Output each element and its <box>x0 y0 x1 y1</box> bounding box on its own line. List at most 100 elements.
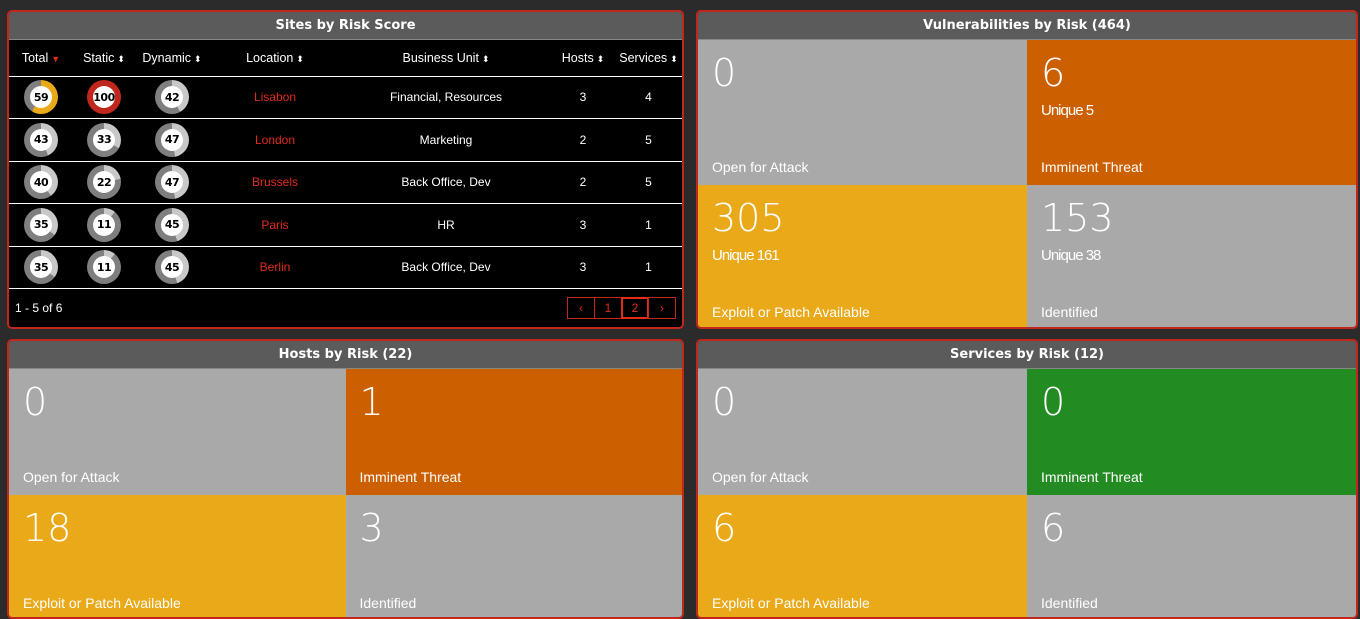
dynamic-score-cell: 42 <box>135 76 209 119</box>
tile-open-for-attack[interactable]: 0 Open for Attack <box>9 369 346 495</box>
tile-label: Exploit or Patch Available <box>712 595 870 611</box>
dynamic-score-cell: 47 <box>135 161 209 204</box>
tile-open-for-attack[interactable]: 0 Open for Attack <box>698 369 1027 495</box>
location-link[interactable]: Berlin <box>209 246 341 289</box>
panel-title: Hosts by Risk (22) <box>9 341 682 369</box>
tile-label: Open for Attack <box>23 469 120 485</box>
score-ring: 35 <box>24 250 58 285</box>
tile-count: 6 <box>1041 51 1066 95</box>
prev-page-button[interactable]: ‹ <box>567 297 595 319</box>
services-by-risk-panel: Services by Risk (12) 0 Open for Attack … <box>696 339 1358 619</box>
tile-count: 6 <box>712 506 737 550</box>
location-link[interactable]: London <box>209 118 341 162</box>
hosts-count-cell: 2 <box>551 161 615 204</box>
tile-imminent-threat[interactable]: 0 Imminent Threat <box>1027 369 1356 495</box>
total-score-cell: 43 <box>9 118 73 162</box>
tile-exploit-or-patch[interactable]: 6 Exploit or Patch Available <box>698 495 1027 617</box>
hosts-count-cell: 3 <box>551 203 615 247</box>
column-header-business-unit[interactable]: Business Unit ⬍ <box>341 40 551 77</box>
table-row[interactable]: 43 33 47 London Marketing 2 5 <box>9 118 682 162</box>
services-count-cell: 5 <box>615 161 682 204</box>
tile-identified[interactable]: 3 Identified <box>345 495 682 617</box>
static-score-cell: 33 <box>73 118 135 162</box>
tile-open-for-attack[interactable]: 0 Open for Attack <box>698 40 1027 185</box>
dynamic-score-cell: 47 <box>135 118 209 162</box>
caret-down-icon: ▼ <box>51 53 61 64</box>
tile-identified[interactable]: 153 Unique 38 Identified <box>1027 185 1356 327</box>
tile-imminent-threat[interactable]: 1 Imminent Threat <box>345 369 682 495</box>
score-ring: 47 <box>155 122 189 157</box>
panel-title: Services by Risk (12) <box>698 341 1356 369</box>
business-unit-cell: Marketing <box>341 118 551 162</box>
total-score-cell: 40 <box>9 161 73 204</box>
tile-count: 1 <box>359 380 384 424</box>
score-value: 22 <box>93 171 115 194</box>
column-header-dynamic[interactable]: Dynamic ⬍ <box>135 40 209 77</box>
table-footer: 1 - 5 of 6 ‹ 1 2 › <box>9 289 682 327</box>
tile-exploit-or-patch[interactable]: 305 Unique 161 Exploit or Patch Availabl… <box>698 185 1027 327</box>
column-header-static[interactable]: Static ⬍ <box>73 40 135 77</box>
sort-icon: ⬍ <box>117 53 125 64</box>
tile-label: Imminent Threat <box>359 469 462 485</box>
score-ring: 33 <box>87 122 121 157</box>
services-count-cell: 5 <box>615 118 682 162</box>
sites-by-risk-panel: Sites by Risk Score Total ▼ Static ⬍ Dynam… <box>7 10 684 329</box>
tile-count: 18 <box>23 506 72 550</box>
score-ring: 45 <box>155 250 189 285</box>
score-value: 35 <box>30 256 52 279</box>
score-value: 11 <box>93 256 115 279</box>
tile-count: 0 <box>712 380 737 424</box>
static-score-cell: 11 <box>73 203 135 247</box>
tile-unique-count: Unique 161 <box>712 247 780 264</box>
tile-exploit-or-patch[interactable]: 18 Exploit or Patch Available <box>9 495 346 617</box>
total-score-cell: 59 <box>9 76 73 119</box>
static-score-cell: 11 <box>73 246 135 289</box>
page-2-button[interactable]: 2 <box>621 297 649 319</box>
sort-icon: ⬍ <box>194 53 202 64</box>
hosts-by-risk-panel: Hosts by Risk (22) 0 Open for Attack 1 I… <box>7 339 684 619</box>
column-header-hosts[interactable]: Hosts ⬍ <box>551 40 615 77</box>
tile-label: Exploit or Patch Available <box>23 595 181 611</box>
risk-tile-grid: 0 Open for Attack 0 Imminent Threat 6 Ex… <box>698 369 1356 617</box>
tile-label: Imminent Threat <box>1041 469 1143 485</box>
static-score-cell: 100 <box>73 76 135 119</box>
tile-unique-count: Unique 5 <box>1041 102 1094 119</box>
dynamic-score-cell: 45 <box>135 246 209 289</box>
tile-label: Exploit or Patch Available <box>712 304 870 320</box>
table-row[interactable]: 59 100 42 Lisabon Financial, Resources 3… <box>9 76 682 119</box>
total-score-cell: 35 <box>9 203 73 247</box>
score-ring: 40 <box>24 165 58 200</box>
location-link[interactable]: Paris <box>209 203 341 247</box>
location-link[interactable]: Lisabon <box>209 76 341 119</box>
tile-count: 153 <box>1041 196 1114 240</box>
tile-label: Imminent Threat <box>1041 159 1143 175</box>
tile-count: 305 <box>712 196 785 240</box>
services-count-cell: 1 <box>615 203 682 247</box>
column-header-total[interactable]: Total ▼ <box>9 40 73 77</box>
score-ring: 42 <box>155 80 189 115</box>
tile-label: Identified <box>1041 595 1098 611</box>
services-count-cell: 1 <box>615 246 682 289</box>
tile-imminent-threat[interactable]: 6 Unique 5 Imminent Threat <box>1027 40 1356 185</box>
score-value: 47 <box>161 128 183 151</box>
tile-identified[interactable]: 6 Identified <box>1027 495 1356 617</box>
next-page-button[interactable]: › <box>648 297 676 319</box>
column-header-location[interactable]: Location ⬍ <box>209 40 341 77</box>
table-row[interactable]: 35 11 45 Berlin Back Office, Dev 3 1 <box>9 246 682 289</box>
hosts-count-cell: 2 <box>551 118 615 162</box>
tile-label: Open for Attack <box>712 159 809 175</box>
score-ring: 45 <box>155 207 189 242</box>
score-value: 45 <box>161 256 183 279</box>
table-row[interactable]: 35 11 45 Paris HR 3 1 <box>9 203 682 247</box>
score-ring: 100 <box>87 80 121 115</box>
location-link[interactable]: Brussels <box>209 161 341 204</box>
tile-unique-count: Unique 38 <box>1041 247 1101 264</box>
sort-icon: ⬍ <box>596 53 605 64</box>
tile-label: Identified <box>359 595 417 611</box>
page-1-button[interactable]: 1 <box>594 297 622 319</box>
score-value: 43 <box>30 128 52 151</box>
column-header-services[interactable]: Services ⬍ <box>615 40 682 77</box>
business-unit-cell: HR <box>341 203 551 247</box>
table-row[interactable]: 40 22 47 Brussels Back Office, Dev 2 5 <box>9 161 682 204</box>
score-ring: 22 <box>87 165 121 200</box>
